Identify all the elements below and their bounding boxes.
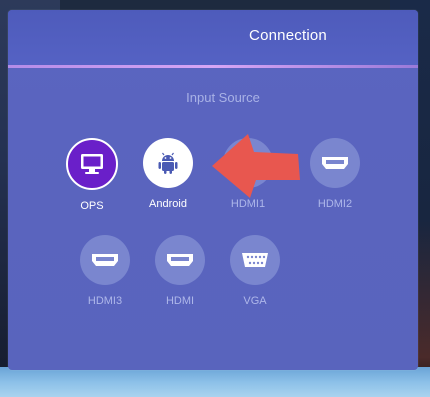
dialog-title: Connection	[249, 27, 327, 44]
header-divider	[8, 65, 418, 68]
dialog-header: Connection	[8, 10, 418, 65]
vga-icon	[242, 253, 268, 267]
hdmi-icon	[167, 254, 193, 266]
source-android-label: Android	[149, 198, 187, 210]
background-bottom	[0, 367, 430, 397]
source-android-circle[interactable]	[143, 138, 193, 188]
source-vga-circle[interactable]	[230, 235, 280, 285]
source-hdmi3-circle[interactable]	[80, 235, 130, 285]
source-hdmi2-label: HDMI2	[317, 198, 353, 210]
source-ops-circle[interactable]	[66, 138, 118, 190]
section-title: Input Source	[186, 90, 260, 105]
source-android[interactable]: Android	[123, 138, 213, 210]
arrow-left-icon	[212, 134, 300, 198]
connection-dialog: Connection Input Source OPS Android HDMI…	[8, 10, 418, 370]
source-vga[interactable]: VGA	[210, 235, 300, 307]
android-icon	[158, 152, 178, 174]
hdmi-icon	[92, 254, 118, 266]
hdmi-icon	[322, 157, 348, 169]
source-vga-label: VGA	[243, 295, 267, 307]
source-hdmi-circle[interactable]	[155, 235, 205, 285]
monitor-icon	[81, 154, 103, 174]
source-hdmi2-circle[interactable]	[310, 138, 360, 188]
source-hdmi2[interactable]: HDMI2	[290, 138, 380, 210]
